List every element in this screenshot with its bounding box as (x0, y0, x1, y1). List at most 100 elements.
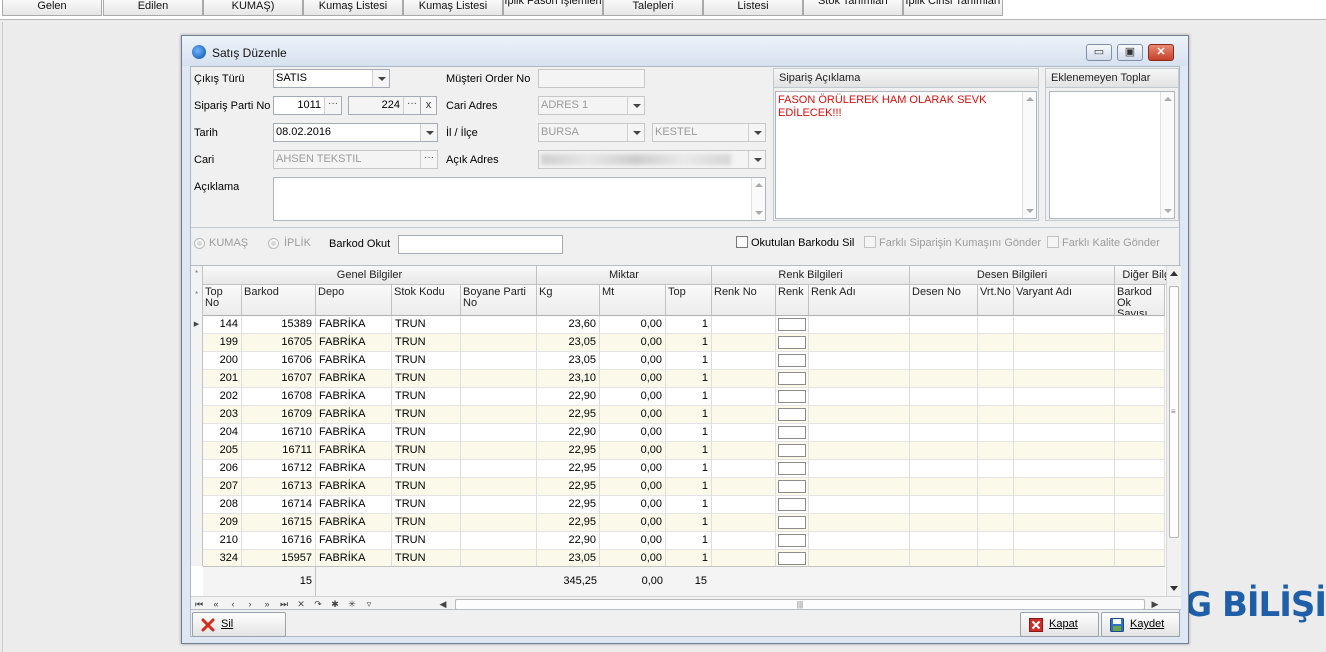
kumas-radio[interactable] (194, 238, 205, 249)
table-cell[interactable] (910, 460, 978, 478)
table-cell[interactable]: 209 (203, 514, 242, 532)
grid-vertical-scrollbar[interactable]: ≡ (1166, 266, 1181, 596)
table-cell[interactable]: 1 (666, 532, 712, 550)
table-cell[interactable] (1115, 370, 1165, 388)
grid-column-header[interactable]: Vrt.No (978, 285, 1014, 316)
table-cell[interactable] (1115, 352, 1165, 370)
table-cell[interactable] (712, 424, 776, 442)
table-cell[interactable]: 207 (203, 478, 242, 496)
table-cell[interactable] (1115, 406, 1165, 424)
table-cell[interactable]: 0,00 (600, 388, 666, 406)
color-swatch[interactable] (778, 552, 806, 565)
table-row[interactable]: 144 15389 FABRİKA TRUN 23,60 0,00 1 (203, 316, 1165, 334)
table-cell[interactable] (776, 388, 809, 406)
table-cell[interactable] (1115, 334, 1165, 352)
table-cell[interactable]: 0,00 (600, 316, 666, 334)
table-cell[interactable]: 1 (666, 460, 712, 478)
color-swatch[interactable] (778, 444, 806, 457)
table-cell[interactable]: 16711 (242, 442, 316, 460)
table-cell[interactable] (712, 370, 776, 388)
chevron-down-icon[interactable] (748, 124, 765, 141)
table-cell[interactable]: 1 (666, 496, 712, 514)
table-cell[interactable]: TRUN (392, 460, 461, 478)
cikis-turu-select[interactable]: SATIS (273, 69, 390, 88)
table-row[interactable]: 210 16716 FABRİKA TRUN 22,90 0,00 1 (203, 532, 1165, 550)
table-cell[interactable]: TRUN (392, 514, 461, 532)
table-cell[interactable]: 22,95 (537, 460, 600, 478)
table-cell[interactable] (776, 496, 809, 514)
table-cell[interactable] (776, 514, 809, 532)
table-cell[interactable]: 200 (203, 352, 242, 370)
color-swatch[interactable] (778, 498, 806, 511)
table-cell[interactable] (1014, 424, 1115, 442)
ellipsis-icon[interactable]: ··· (324, 97, 341, 114)
table-cell[interactable] (461, 478, 537, 496)
table-cell[interactable] (461, 316, 537, 334)
table-cell[interactable]: FABRİKA (316, 460, 392, 478)
grid-column-header[interactable]: Renk No (712, 285, 776, 316)
scroll-up-icon[interactable] (1170, 271, 1178, 276)
chevron-down-icon[interactable] (372, 70, 389, 87)
table-cell[interactable]: 203 (203, 406, 242, 424)
ilce-select[interactable]: KESTEL (652, 123, 766, 142)
siparis-aciklama-textarea[interactable]: FASON ÖRÜLEREK HAM OLARAK SEVK EDİLECEK!… (775, 91, 1037, 219)
table-cell[interactable] (776, 406, 809, 424)
table-row[interactable]: 209 16715 FABRİKA TRUN 22,95 0,00 1 (203, 514, 1165, 532)
table-cell[interactable] (461, 424, 537, 442)
table-cell[interactable] (712, 460, 776, 478)
table-cell[interactable] (1115, 460, 1165, 478)
table-cell[interactable]: TRUN (392, 388, 461, 406)
table-cell[interactable]: 22,95 (537, 442, 600, 460)
table-cell[interactable] (776, 442, 809, 460)
table-cell[interactable] (1115, 532, 1165, 550)
table-row[interactable]: 208 16714 FABRİKA TRUN 22,95 0,00 1 (203, 496, 1165, 514)
table-cell[interactable] (910, 352, 978, 370)
iplik-radio[interactable] (268, 238, 279, 249)
table-cell[interactable] (1014, 532, 1115, 550)
table-cell[interactable] (712, 352, 776, 370)
grid-column-header[interactable]: Top (666, 285, 712, 316)
table-cell[interactable] (978, 370, 1014, 388)
grid-column-header[interactable]: Barkod Ok Sayısı (1115, 285, 1165, 316)
table-cell[interactable] (461, 442, 537, 460)
table-cell[interactable] (712, 406, 776, 424)
table-cell[interactable]: 22,95 (537, 496, 600, 514)
table-cell[interactable]: 22,95 (537, 406, 600, 424)
table-cell[interactable]: TRUN (392, 316, 461, 334)
color-swatch[interactable] (778, 318, 806, 331)
table-row[interactable]: 205 16711 FABRİKA TRUN 22,95 0,00 1 (203, 442, 1165, 460)
table-cell[interactable]: 0,00 (600, 478, 666, 496)
table-cell[interactable]: 16706 (242, 352, 316, 370)
refresh-icon[interactable]: ↷ (312, 598, 324, 609)
grid-column-header[interactable]: Depo (316, 285, 392, 316)
table-cell[interactable] (910, 514, 978, 532)
horizontal-scroll-thumb[interactable]: ||| (455, 599, 1145, 609)
table-cell[interactable] (776, 532, 809, 550)
table-cell[interactable] (1014, 334, 1115, 352)
acik-adres-select[interactable] (538, 150, 766, 169)
table-cell[interactable]: FABRİKA (316, 424, 392, 442)
table-cell[interactable] (978, 460, 1014, 478)
table-cell[interactable]: 1 (666, 478, 712, 496)
table-cell[interactable] (809, 442, 910, 460)
table-cell[interactable]: 1 (666, 388, 712, 406)
table-cell[interactable]: FABRİKA (316, 496, 392, 514)
table-cell[interactable]: 0,00 (600, 424, 666, 442)
table-cell[interactable]: 1 (666, 424, 712, 442)
table-cell[interactable] (776, 478, 809, 496)
farkli-siparis-checkbox[interactable] (864, 236, 876, 248)
top-tab[interactable]: Edilen (103, 0, 203, 16)
table-cell[interactable] (978, 352, 1014, 370)
table-row[interactable]: 203 16709 FABRİKA TRUN 22,95 0,00 1 (203, 406, 1165, 424)
table-cell[interactable]: 210 (203, 532, 242, 550)
table-cell[interactable]: TRUN (392, 424, 461, 442)
table-cell[interactable] (1014, 370, 1115, 388)
table-cell[interactable]: 206 (203, 460, 242, 478)
table-cell[interactable] (978, 514, 1014, 532)
color-swatch[interactable] (778, 354, 806, 367)
first-page-icon[interactable]: ⏮ (193, 598, 205, 609)
table-cell[interactable] (910, 388, 978, 406)
table-cell[interactable] (809, 316, 910, 334)
table-cell[interactable] (776, 424, 809, 442)
table-cell[interactable]: 16716 (242, 532, 316, 550)
